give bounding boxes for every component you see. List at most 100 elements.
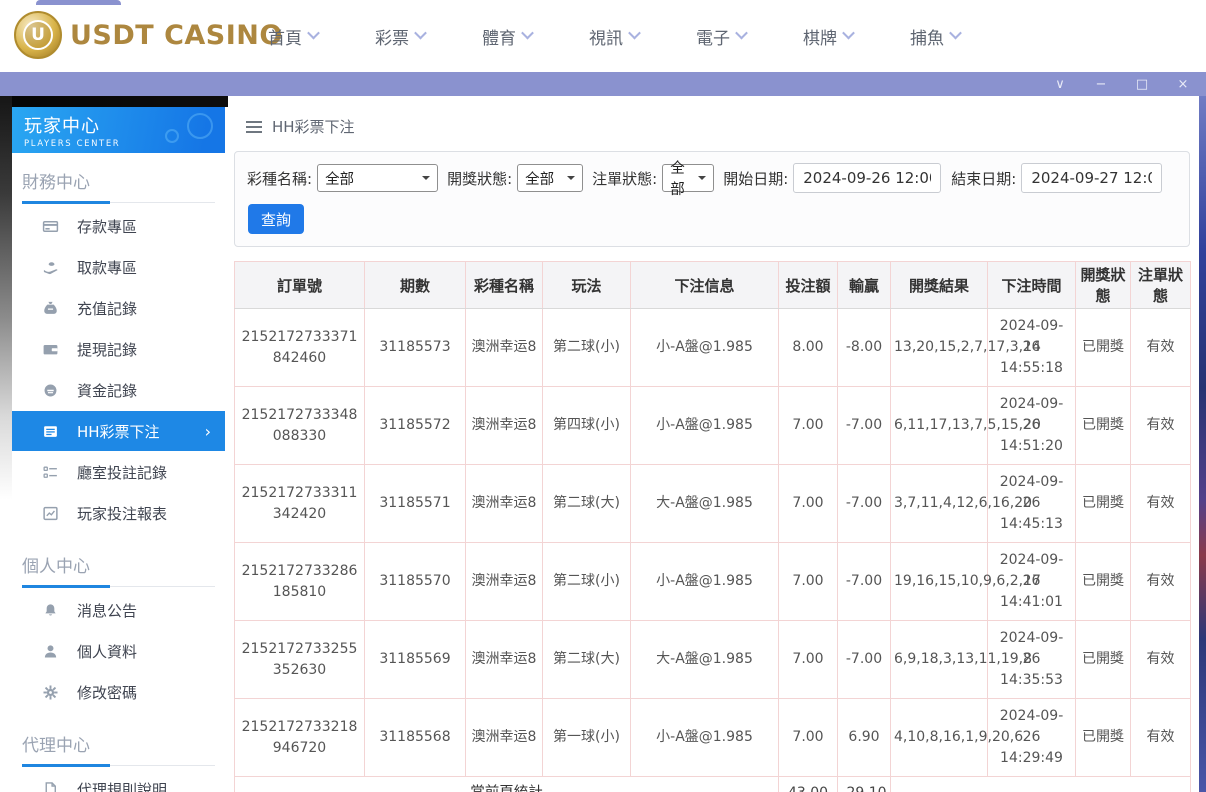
page-summary-label: 當前頁統計 <box>234 776 779 792</box>
menu-icon[interactable] <box>246 120 262 133</box>
select-caret-icon <box>422 176 431 184</box>
sidebar-item-profile[interactable]: 個人資料 <box>12 631 225 671</box>
sidebar-item-withdrawal-records[interactable]: 提現記錄 <box>12 329 225 369</box>
chevron-down-icon <box>949 26 962 39</box>
sidebar-item-announcements[interactable]: 消息公告 <box>12 590 225 630</box>
bank-card-icon <box>42 220 59 232</box>
section-divider <box>22 585 215 588</box>
section-divider <box>22 201 215 204</box>
window-maximize-icon[interactable]: □ <box>1135 78 1149 91</box>
col-amount: 投注額 <box>778 261 838 309</box>
col-order-id: 訂單號 <box>234 261 365 309</box>
order-status-select[interactable]: 全部 <box>662 161 715 198</box>
section-divider <box>22 764 215 767</box>
col-win-loss: 輸贏 <box>837 261 891 309</box>
brand-name: USDT CASINO <box>70 19 283 51</box>
chevron-right-icon: › <box>204 421 211 441</box>
main-nav: 首頁 彩票 體育 視訊 電子 棋牌 捕魚 <box>268 0 962 72</box>
table-row: 2152172733286185810 31185570 澳洲幸运8 第二球(小) 小-… <box>234 542 1191 621</box>
window-controls: ∨ − □ × <box>1053 78 1190 91</box>
start-date-label: 開始日期: <box>723 169 789 188</box>
coin-icon <box>44 384 57 396</box>
sidebar-item-withdraw[interactable]: 取款專區 <box>12 247 225 287</box>
select-caret-icon <box>698 176 707 184</box>
logo-coin-icon: U <box>14 11 62 59</box>
nav-item-live[interactable]: 視訊 <box>589 24 641 49</box>
table-row: 2152172733218946720 31185568 澳洲幸运8 第一球(小) 小-… <box>234 698 1191 777</box>
gear-icon <box>43 684 58 700</box>
lottery-name-label: 彩種名稱: <box>247 169 313 188</box>
table-header-row: 訂單號 期數 彩種名稱 玩法 下注信息 投注額 輸贏 開獎結果 下注時間 開獎狀… <box>234 261 1191 309</box>
chevron-down-icon <box>521 26 534 39</box>
agent-group: 代理規則說明 <box>12 766 225 792</box>
person-icon <box>44 644 57 657</box>
chevron-down-icon <box>628 26 641 39</box>
sidebar-header: 玩家中心 PLAYERS CENTER <box>12 107 225 153</box>
page-summary-win-loss: -29.10 <box>837 776 891 792</box>
window-minimize-icon[interactable]: − <box>1094 78 1108 91</box>
filter-row: 彩種名稱: 全部 開獎狀態: 全部 注單狀態: 全部 開始日期: 結束日期: <box>247 161 1177 198</box>
bell-icon <box>45 603 56 616</box>
brand-logo: U USDT CASINO <box>14 11 283 59</box>
background-right-edge <box>1199 96 1206 792</box>
section-title-finance: 財務中心 <box>22 173 90 193</box>
chevron-down-icon <box>735 26 748 39</box>
background-left-edge <box>0 96 12 792</box>
gamepad-icon <box>149 111 219 151</box>
table-row: 2152172733371842460 31185573 澳洲幸运8 第二球(小) 小-… <box>234 308 1191 387</box>
sidebar-item-agent-rules[interactable]: 代理規則說明 <box>12 769 225 792</box>
sidebar-item-deposit[interactable]: 存款專區 <box>12 206 225 246</box>
end-date-input[interactable] <box>1021 163 1163 193</box>
search-button[interactable]: 查詢 <box>248 204 304 234</box>
finance-group: 存款專區 取款專區 充值記錄 提現記錄 資金記錄 HH彩票下注 › 廳室投註記錄… <box>12 203 225 537</box>
draw-status-select[interactable]: 全部 <box>517 164 584 192</box>
chevron-down-icon <box>307 26 320 39</box>
order-status-label: 注單狀態: <box>592 169 658 188</box>
table-row: 2152172733311342420 31185571 澳洲幸运8 第二球(大) 大-… <box>234 464 1191 543</box>
nav-item-home[interactable]: 首頁 <box>268 24 320 49</box>
window-close-icon[interactable]: × <box>1176 78 1190 91</box>
page-summary-amount: 43.00 <box>778 776 838 792</box>
select-caret-icon <box>567 176 576 184</box>
nav-item-cards[interactable]: 棋牌 <box>803 24 855 49</box>
window-titlebar: ∨ − □ × <box>0 72 1206 96</box>
page-summary-empty <box>890 776 1191 792</box>
sidebar-item-fund-records[interactable]: 資金記錄 <box>12 370 225 410</box>
col-bet-time: 下注時間 <box>987 261 1076 309</box>
start-date-input[interactable] <box>793 163 942 193</box>
app-window: U USDT CASINO 首頁 彩票 體育 視訊 電子 棋牌 捕魚 ∨ − □… <box>0 0 1206 792</box>
sidebar-item-change-password[interactable]: 修改密碼 <box>12 672 225 712</box>
bet-records-table: 訂單號 期數 彩種名稱 玩法 下注信息 投注額 輸贏 開獎結果 下注時間 開獎狀… <box>234 261 1191 792</box>
col-lottery: 彩種名稱 <box>465 261 543 309</box>
breadcrumb: HH彩票下注 <box>246 116 1190 137</box>
top-nav-bar: U USDT CASINO 首頁 彩票 體育 視訊 電子 棋牌 捕魚 <box>0 0 1206 72</box>
filter-panel: 彩種名稱: 全部 開獎狀態: 全部 注單狀態: 全部 開始日期: 結束日期: 查… <box>234 151 1190 247</box>
clipboard-list-icon <box>43 466 57 478</box>
sidebar-item-recharge-records[interactable]: 充值記錄 <box>12 288 225 328</box>
sidebar: 玩家中心 PLAYERS CENTER 財務中心 存款專區 取款專區 充值記錄 … <box>12 107 225 792</box>
page-title: HH彩票下注 <box>272 118 355 136</box>
draw-status-label: 開獎狀態: <box>447 169 513 188</box>
sidebar-item-room-bet-records[interactable]: 廳室投註記錄 <box>12 452 225 492</box>
document-icon <box>45 781 56 792</box>
sidebar-item-hh-lottery-bets[interactable]: HH彩票下注 › <box>12 411 225 451</box>
end-date-label: 結束日期: <box>951 169 1017 188</box>
money-bag-icon <box>44 301 57 314</box>
col-play: 玩法 <box>542 261 631 309</box>
section-title-personal: 個人中心 <box>22 557 90 577</box>
section-title-agent: 代理中心 <box>22 736 90 756</box>
main-content: HH彩票下注 彩種名稱: 全部 開獎狀態: 全部 注單狀態: 全部 開始日期: … <box>228 96 1199 792</box>
window-chevron-down-icon[interactable]: ∨ <box>1053 78 1067 91</box>
col-period: 期數 <box>364 261 466 309</box>
nav-item-sports[interactable]: 體育 <box>482 24 534 49</box>
sidebar-item-player-bet-report[interactable]: 玩家投注報表 <box>12 493 225 533</box>
col-result: 開獎結果 <box>890 261 988 309</box>
chevron-down-icon <box>414 26 427 39</box>
nav-item-slots[interactable]: 電子 <box>696 24 748 49</box>
lottery-name-select[interactable]: 全部 <box>317 164 439 192</box>
col-order-status: 注單狀態 <box>1130 261 1191 309</box>
wallet-icon <box>43 344 58 354</box>
nav-item-fishing[interactable]: 捕魚 <box>910 24 962 49</box>
withdraw-hand-icon <box>43 261 58 274</box>
nav-item-lottery[interactable]: 彩票 <box>375 24 427 49</box>
